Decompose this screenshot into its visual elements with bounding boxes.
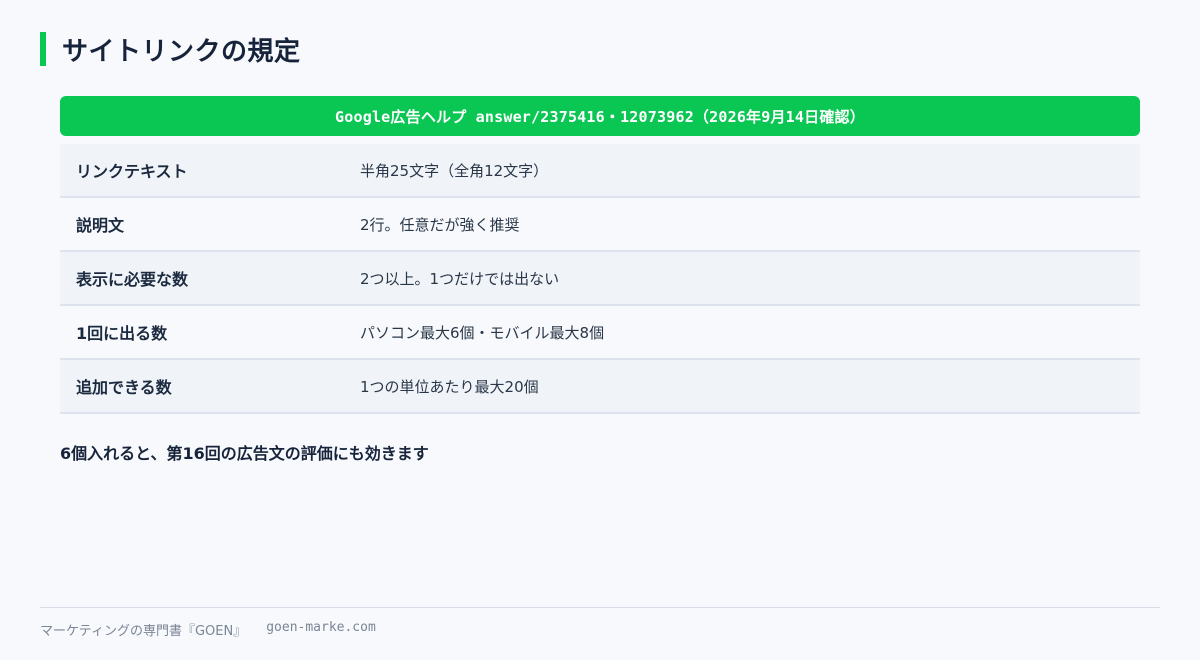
title-accent-bar xyxy=(40,32,46,66)
summary-note: 6個入れると、第16回の広告文の評価にも効きます xyxy=(60,444,429,463)
table-row: 追加できる数 1つの単位あたり最大20個 xyxy=(60,360,1140,414)
row-value: 1つの単位あたり最大20個 xyxy=(360,377,539,396)
row-label: 追加できる数 xyxy=(76,378,172,397)
footer-url[interactable]: goen-marke.com xyxy=(266,620,376,639)
specs-table: Google広告ヘルプ answer/2375416・12073962（2026… xyxy=(60,96,1140,414)
row-label: リンクテキスト xyxy=(76,162,188,181)
table-row: リンクテキスト 半角25文字（全角12文字） xyxy=(60,144,1140,198)
row-value: 2行。任意だが強く推奨 xyxy=(360,215,520,234)
row-label: 説明文 xyxy=(76,216,125,235)
table-row: 1回に出る数 パソコン最大6個・モバイル最大8個 xyxy=(60,306,1140,360)
table-row: 説明文 2行。任意だが強く推奨 xyxy=(60,198,1140,252)
row-value: 2つ以上。1つだけでは出ない xyxy=(360,269,560,288)
page-title: サイトリンクの規定 xyxy=(62,36,301,67)
row-label: 1回に出る数 xyxy=(76,324,168,343)
footer-divider xyxy=(40,607,1160,608)
footer-brand: マーケティングの専門書『GOEN』 xyxy=(40,624,247,639)
table-row: 表示に必要な数 2つ以上。1つだけでは出ない xyxy=(60,252,1140,306)
row-value: パソコン最大6個・モバイル最大8個 xyxy=(360,323,605,342)
table-rows: リンクテキスト 半角25文字（全角12文字） 説明文 2行。任意だが強く推奨 表… xyxy=(60,144,1140,414)
row-value: 半角25文字（全角12文字） xyxy=(360,161,549,180)
page-title-block: サイトリンクの規定 xyxy=(40,32,301,67)
footer: マーケティングの専門書『GOEN』 goen-marke.com xyxy=(40,620,376,639)
table-header: Google広告ヘルプ answer/2375416・12073962（2026… xyxy=(60,96,1140,136)
row-label: 表示に必要な数 xyxy=(76,270,189,289)
